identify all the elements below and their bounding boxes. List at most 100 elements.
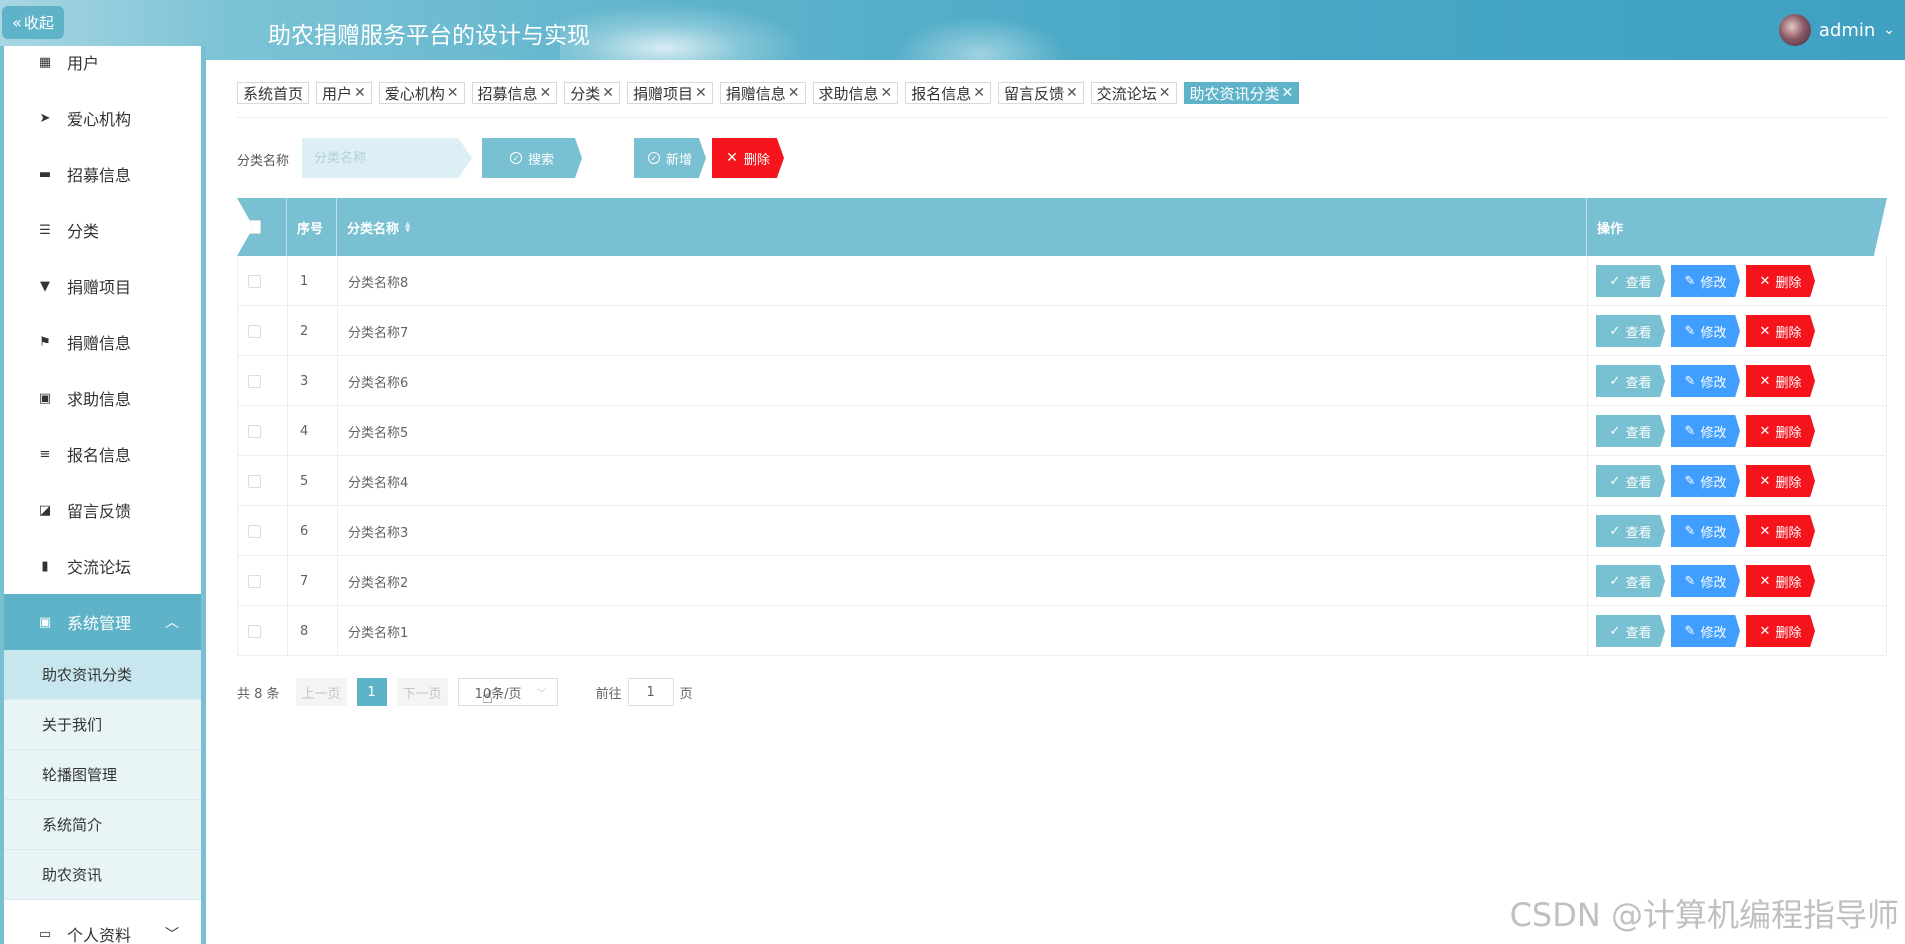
sort-icon[interactable]: ▲ ▼ [405,221,410,234]
next-page-button[interactable]: 下一页 [396,678,448,706]
edit-button[interactable]: ✎ 修改 [1671,615,1740,647]
goto-page-input[interactable] [627,678,674,706]
view-button[interactable]: ✓ 查看 [1596,515,1665,547]
delete-button[interactable]: ✕ 删除 [1746,515,1815,547]
sidebar-item-donation-info[interactable]: ⚑ 捐赠信息 [4,314,201,370]
sidebar-item-help-info[interactable]: ▣ 求助信息 [4,370,201,426]
row-checkbox[interactable] [248,324,261,338]
close-icon[interactable]: ✕ [540,85,552,101]
row-checkbox-cell [248,456,278,506]
view-button[interactable]: ✓ 查看 [1596,565,1665,597]
flag-icon: ⚑ [39,334,51,350]
add-button[interactable]: ✓ 新增 [634,138,706,178]
page-size-select[interactable]: 10条/页 ﹀ [457,678,558,706]
delete-button-label: 删除 [1775,475,1802,491]
delete-button[interactable]: ✕ 删除 [1746,315,1815,347]
sidebar-item-system-management[interactable]: ▣ 系统管理 ︿ [4,594,201,650]
check-circle-icon: ✓ [509,152,522,164]
delete-button[interactable]: ✕ 删除 [1746,615,1815,647]
row-checkbox[interactable] [248,374,261,388]
cell-divider [287,506,288,556]
close-icon[interactable]: ✕ [1159,85,1171,101]
sidebar-item-feedback[interactable]: ◪ 留言反馈 [4,482,201,538]
view-button[interactable]: ✓ 查看 [1596,615,1665,647]
view-button[interactable]: ✓ 查看 [1596,465,1665,497]
sidebar-item-recruitment[interactable]: ▬ 招募信息 [4,146,201,202]
row-checkbox[interactable] [248,624,261,638]
header-category-name[interactable]: 分类名称 ▲ ▼ [347,198,410,256]
table-row: 6 分类名称3 ✓ 查看 ✎ 修改 ✕ 删除 [237,506,1887,556]
sidebar-item-charity-orgs[interactable]: ➤ 爱心机构 [4,90,201,146]
tab-donation-projects[interactable]: 捐赠项目 ✕ [627,82,713,104]
tab-registration[interactable]: 报名信息 ✕ [905,82,992,104]
sidebar-subitem-news[interactable]: 助农资讯 [4,850,201,900]
row-checkbox[interactable] [248,474,261,488]
row-checkbox[interactable] [248,274,261,288]
id-card-icon: ▭ [38,926,52,942]
delete-button[interactable]: ✕ 删除 [1746,265,1815,297]
table-row: 3 分类名称6 ✓ 查看 ✎ 修改 ✕ 删除 [237,356,1887,406]
close-icon[interactable]: ✕ [354,85,366,101]
delete-button[interactable]: ✕ 删除 [1746,365,1815,397]
view-button[interactable]: ✓ 查看 [1596,315,1665,347]
close-icon[interactable]: ✕ [788,85,800,101]
edit-button[interactable]: ✎ 修改 [1671,265,1740,297]
view-button[interactable]: ✓ 查看 [1596,265,1665,297]
edit-button[interactable]: ✎ 修改 [1671,365,1740,397]
close-icon[interactable]: ✕ [1066,85,1078,101]
tab-donation-info[interactable]: 捐赠信息 ✕ [719,82,806,104]
select-all-checkbox[interactable] [247,220,261,234]
search-button[interactable]: ✓ 搜索 [482,138,582,178]
sidebar-subitem-about-us[interactable]: 关于我们 [4,700,201,750]
edit-button[interactable]: ✎ 修改 [1671,565,1740,597]
sidebar-subitem-carousel[interactable]: 轮播图管理 [4,750,201,800]
view-button[interactable]: ✓ 查看 [1596,365,1665,397]
edit-button[interactable]: ✎ 修改 [1671,415,1740,447]
sidebar-item-donation-projects[interactable]: ▼ 捐赠项目 [4,258,201,314]
tab-charity-orgs[interactable]: 爱心机构 ✕ [378,82,465,104]
category-name-search-input[interactable] [302,138,472,178]
tab-help-info[interactable]: 求助信息 ✕ [812,82,899,104]
batch-delete-button[interactable]: ✕ 删除 [712,138,784,178]
sidebar-item-registration[interactable]: ≡ 报名信息 [4,426,201,482]
delete-button-label: 删除 [1775,575,1802,591]
delete-button[interactable]: ✕ 删除 [1746,565,1815,597]
cell-divider [287,406,288,456]
close-icon[interactable]: ✕ [695,85,707,101]
sidebar-item-users[interactable]: ▦ 用户 [4,34,201,90]
sidebar-item-profile[interactable]: ▭ 个人资料 ﹀ [4,906,201,944]
row-checkbox[interactable] [248,424,261,438]
row-checkbox-cell [248,356,278,406]
sidebar-item-category[interactable]: ☰ 分类 [4,202,201,258]
tab-home[interactable]: 系统首页 [237,82,310,104]
tab-recruitment[interactable]: 招募信息 ✕ [471,82,558,104]
view-button[interactable]: ✓ 查看 [1596,415,1665,447]
page-1-button[interactable]: 1 [356,678,387,706]
collapse-label: 收起 [23,14,54,32]
edit-pen-icon: ✎ [1684,373,1696,389]
tab-category[interactable]: 分类 ✕ [564,82,621,104]
row-category-name: 分类名称8 [348,275,409,291]
row-checkbox[interactable] [248,574,261,588]
delete-button[interactable]: ✕ 删除 [1746,415,1815,447]
sidebar-item-forum[interactable]: ▮ 交流论坛 [4,538,201,594]
sidebar-subitem-system-intro[interactable]: 系统简介 [4,800,201,850]
close-icon[interactable]: ✕ [602,85,614,101]
tab-users[interactable]: 用户 ✕ [316,82,372,104]
prev-page-button[interactable]: 上一页 [295,678,347,706]
close-icon[interactable]: ✕ [447,85,459,101]
row-checkbox[interactable] [248,524,261,538]
edit-button[interactable]: ✎ 修改 [1671,515,1740,547]
close-icon[interactable]: ✕ [881,85,893,101]
user-menu[interactable]: admin ⌄ [1778,12,1895,48]
edit-button[interactable]: ✎ 修改 [1671,465,1740,497]
tab-feedback[interactable]: 留言反馈 ✕ [998,82,1084,104]
tab-forum[interactable]: 交流论坛 ✕ [1090,82,1177,104]
tab-news-category[interactable]: 助农资讯分类 ✕ [1183,82,1300,104]
delete-button[interactable]: ✕ 删除 [1746,465,1815,497]
close-icon[interactable]: ✕ [1282,85,1294,101]
row-index: 2 [300,323,309,339]
close-icon[interactable]: ✕ [973,85,985,101]
sidebar-subitem-news-category[interactable]: 助农资讯分类 [4,650,201,700]
edit-button[interactable]: ✎ 修改 [1671,315,1740,347]
